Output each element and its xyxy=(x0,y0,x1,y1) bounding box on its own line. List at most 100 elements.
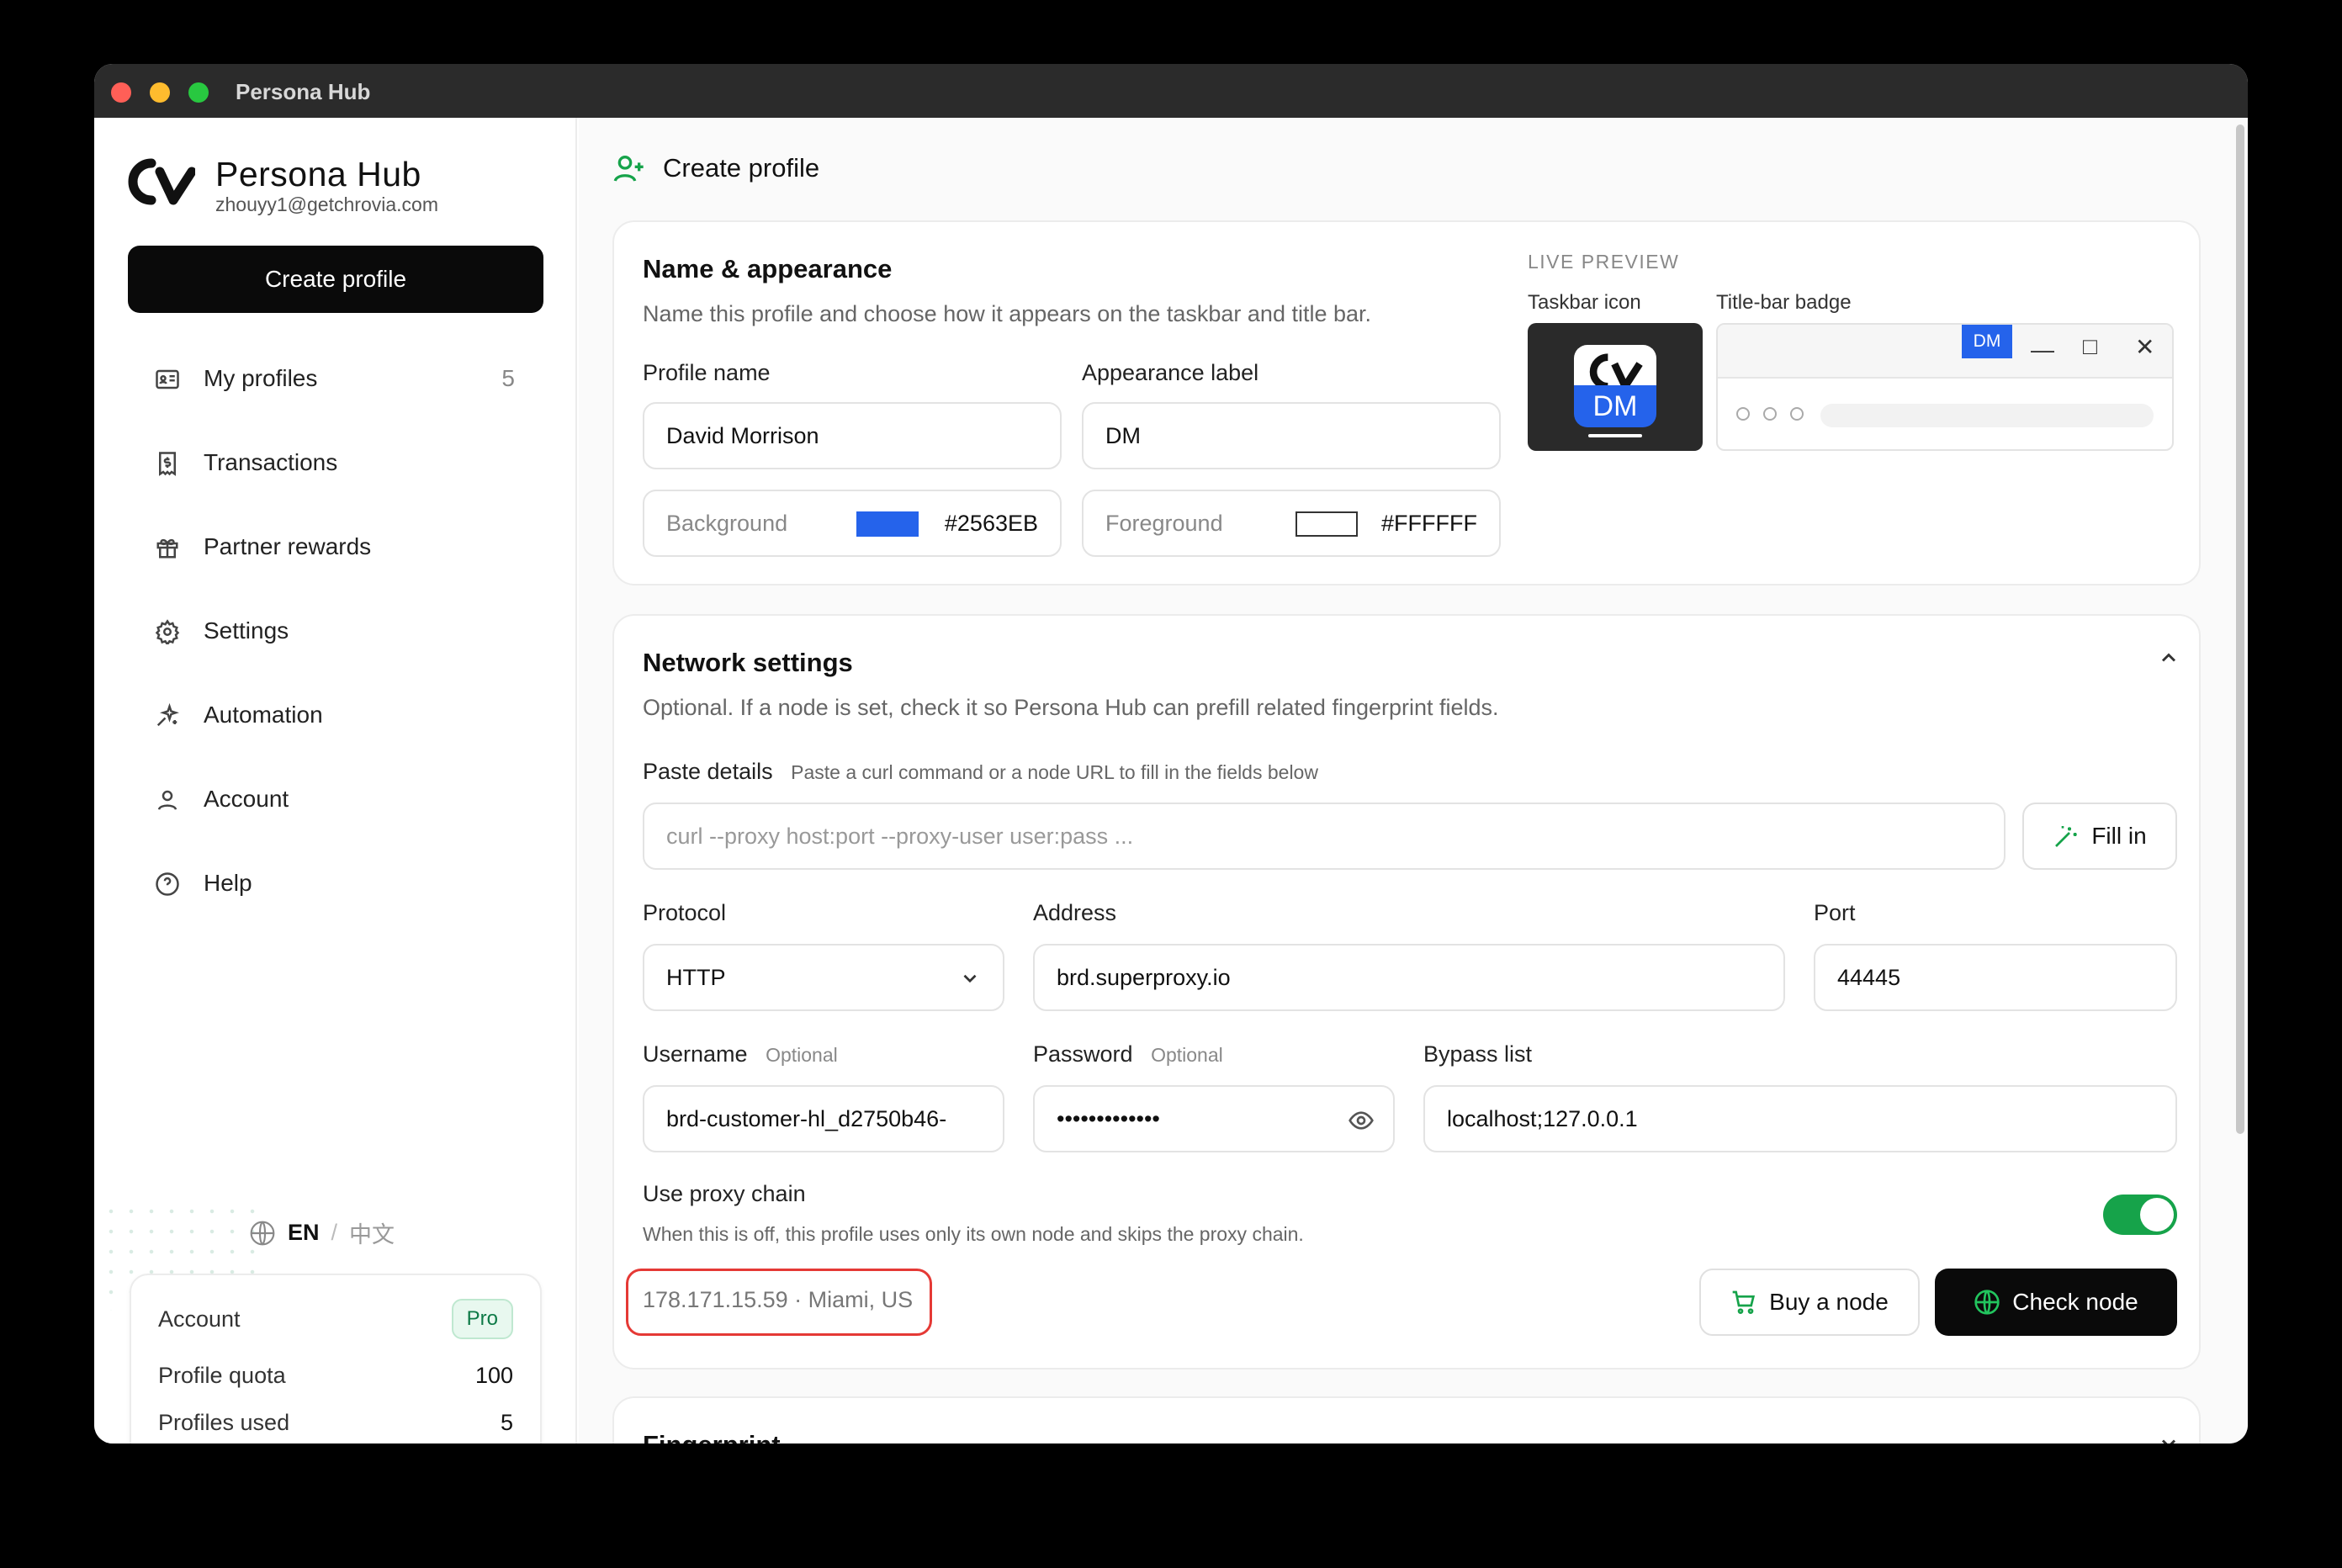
background-swatch[interactable] xyxy=(856,511,919,537)
sidebar-item-label: Transactions xyxy=(204,449,338,475)
username-label-text: Username xyxy=(643,1041,748,1067)
language-zh[interactable]: 中文 xyxy=(349,1216,395,1249)
username-input[interactable]: brd-customer-hl_d2750b46- xyxy=(643,1085,1004,1152)
bypass-list-input[interactable]: localhost;127.0.0.1 xyxy=(1423,1085,2177,1152)
brand-name: Persona Hub xyxy=(215,155,421,193)
user-email: zhouyy1@getchrovia.com xyxy=(215,193,438,215)
chevron-up-icon[interactable] xyxy=(2157,646,2180,670)
username-optional: Optional xyxy=(766,1044,838,1066)
minimize-window-button[interactable] xyxy=(150,82,170,103)
protocol-label: Protocol xyxy=(643,900,727,925)
chevron-down-icon[interactable] xyxy=(2157,1432,2180,1444)
page-title: Create profile xyxy=(663,153,820,183)
titlebar-badge-preview: DM — □ ✕ xyxy=(1716,323,2174,451)
close-icon: ✕ xyxy=(2135,334,2155,360)
protocol-value: HTTP xyxy=(666,964,726,990)
maximize-window-button[interactable] xyxy=(188,82,209,103)
foreground-swatch[interactable] xyxy=(1296,511,1358,537)
create-profile-button[interactable]: Create profile xyxy=(128,246,543,313)
buy-node-button[interactable]: Buy a node xyxy=(1699,1269,1920,1336)
magic-wand-icon xyxy=(2055,826,2077,847)
network-settings-card: Network settings Optional. If a node is … xyxy=(612,614,2201,1369)
fill-in-button[interactable]: Fill in xyxy=(2022,803,2177,870)
paste-details-input[interactable]: curl --proxy host:port --proxy-user user… xyxy=(643,803,2006,870)
user-icon xyxy=(157,790,178,810)
section-title: Name & appearance xyxy=(643,254,893,283)
window-title: Persona Hub xyxy=(236,79,371,104)
sidebar-item-transactions[interactable]: Transactions xyxy=(128,421,543,505)
language-en[interactable]: EN xyxy=(288,1220,320,1246)
protocol-select[interactable]: HTTP xyxy=(643,944,1004,1011)
quota-row: Profile quota 100 xyxy=(158,1363,513,1389)
sidebar-item-label: My profiles xyxy=(204,365,318,391)
port-input[interactable]: 44445 xyxy=(1814,944,2177,1011)
main-content: Create profile Name & appearance Name th… xyxy=(579,118,2248,1444)
globe-icon xyxy=(1974,1290,2000,1315)
proxy-chain-label: Use proxy chain xyxy=(643,1181,806,1206)
proxy-chain-toggle[interactable] xyxy=(2103,1195,2177,1235)
profile-name-input[interactable]: David Morrison xyxy=(643,402,1062,469)
quota-value: 100 xyxy=(474,1363,513,1388)
account-card-title: Account xyxy=(158,1306,241,1332)
sidebar-item-label: Help xyxy=(204,870,252,896)
proxy-chain-description: When this is off, this profile uses only… xyxy=(643,1223,1304,1245)
check-node-label: Check node xyxy=(2012,1289,2138,1315)
language-switcher: EN / 中文 xyxy=(249,1216,395,1249)
bypass-list-label: Bypass list xyxy=(1423,1041,1533,1067)
username-label: Username Optional xyxy=(643,1041,838,1067)
help-circle-icon xyxy=(156,872,179,896)
app-window: Persona Hub Persona Hub zhouyy1@getchrov… xyxy=(94,64,2248,1444)
paste-details-label: Paste details Paste a curl command or a … xyxy=(643,759,1318,785)
sidebar-item-label: Settings xyxy=(204,617,289,644)
section-subtitle: Optional. If a node is set, check it so … xyxy=(643,695,1499,720)
address-label: Address xyxy=(1033,900,1117,925)
page-header: Create profile xyxy=(612,151,819,185)
close-window-button[interactable] xyxy=(111,82,131,103)
preview-dots xyxy=(1736,407,1804,421)
paste-label-text: Paste details xyxy=(643,759,773,784)
eye-icon[interactable] xyxy=(1348,1107,1375,1134)
password-value: ••••••••••••• xyxy=(1057,1105,1160,1131)
section-subtitle: Name this profile and choose how it appe… xyxy=(643,301,1372,326)
appearance-label-input[interactable]: DM xyxy=(1082,402,1501,469)
account-summary-card: Account Pro Profile quota 100 Profiles u… xyxy=(130,1274,542,1444)
sparkle-icon xyxy=(156,703,179,727)
password-input[interactable]: ••••••••••••• xyxy=(1033,1085,1395,1152)
background-color-field[interactable]: Background #2563EB xyxy=(643,490,1062,557)
foreground-color-field[interactable]: Foreground #FFFFFF xyxy=(1082,490,1501,557)
appearance-label-label: Appearance label xyxy=(1082,360,1259,385)
plan-badge: Pro xyxy=(451,1299,513,1339)
used-row: Profiles used 5 xyxy=(158,1410,513,1436)
used-value: 5 xyxy=(500,1410,513,1435)
sidebar-item-partner-rewards[interactable]: Partner rewards xyxy=(128,505,543,589)
sidebar: Persona Hub zhouyy1@getchrovia.com Creat… xyxy=(94,118,577,1444)
taskbar-dm-badge: DM xyxy=(1574,385,1656,427)
scrollbar[interactable] xyxy=(2236,124,2244,1134)
sidebar-item-help[interactable]: Help xyxy=(128,841,543,925)
taskbar-active-indicator xyxy=(1588,434,1642,437)
sidebar-item-automation[interactable]: Automation xyxy=(128,673,543,757)
sidebar-item-my-profiles[interactable]: My profiles 5 xyxy=(128,336,543,421)
language-separator: / xyxy=(331,1220,338,1245)
minimize-icon: — xyxy=(2031,336,2054,363)
foreground-hex: #FFFFFF xyxy=(1381,510,1477,536)
background-hex: #2563EB xyxy=(944,510,1038,536)
sidebar-item-settings[interactable]: Settings xyxy=(128,589,543,673)
fill-in-label: Fill in xyxy=(2091,823,2147,849)
address-input[interactable]: brd.superproxy.io xyxy=(1033,944,1785,1011)
taskbar-icon-preview: DM xyxy=(1528,323,1703,451)
quota-label: Profile quota xyxy=(158,1363,286,1388)
user-plus-icon xyxy=(613,156,644,182)
sidebar-item-label: Partner rewards xyxy=(204,533,372,559)
password-optional: Optional xyxy=(1151,1044,1223,1066)
sidebar-nav: My profiles 5 Transactions Partner rewar… xyxy=(128,336,543,925)
titlebar-badge-label: Title-bar badge xyxy=(1716,291,1852,314)
section-title: Network settings xyxy=(643,648,853,677)
fingerprint-card: Fingerprint xyxy=(612,1396,2201,1444)
preview-title-bar: DM — □ ✕ xyxy=(1718,325,2172,379)
profiles-count: 5 xyxy=(501,365,515,391)
check-node-button[interactable]: Check node xyxy=(1935,1269,2177,1336)
sidebar-item-account[interactable]: Account xyxy=(128,757,543,841)
id-card-icon xyxy=(156,369,179,389)
paste-hint: Paste a curl command or a node URL to fi… xyxy=(791,761,1318,783)
